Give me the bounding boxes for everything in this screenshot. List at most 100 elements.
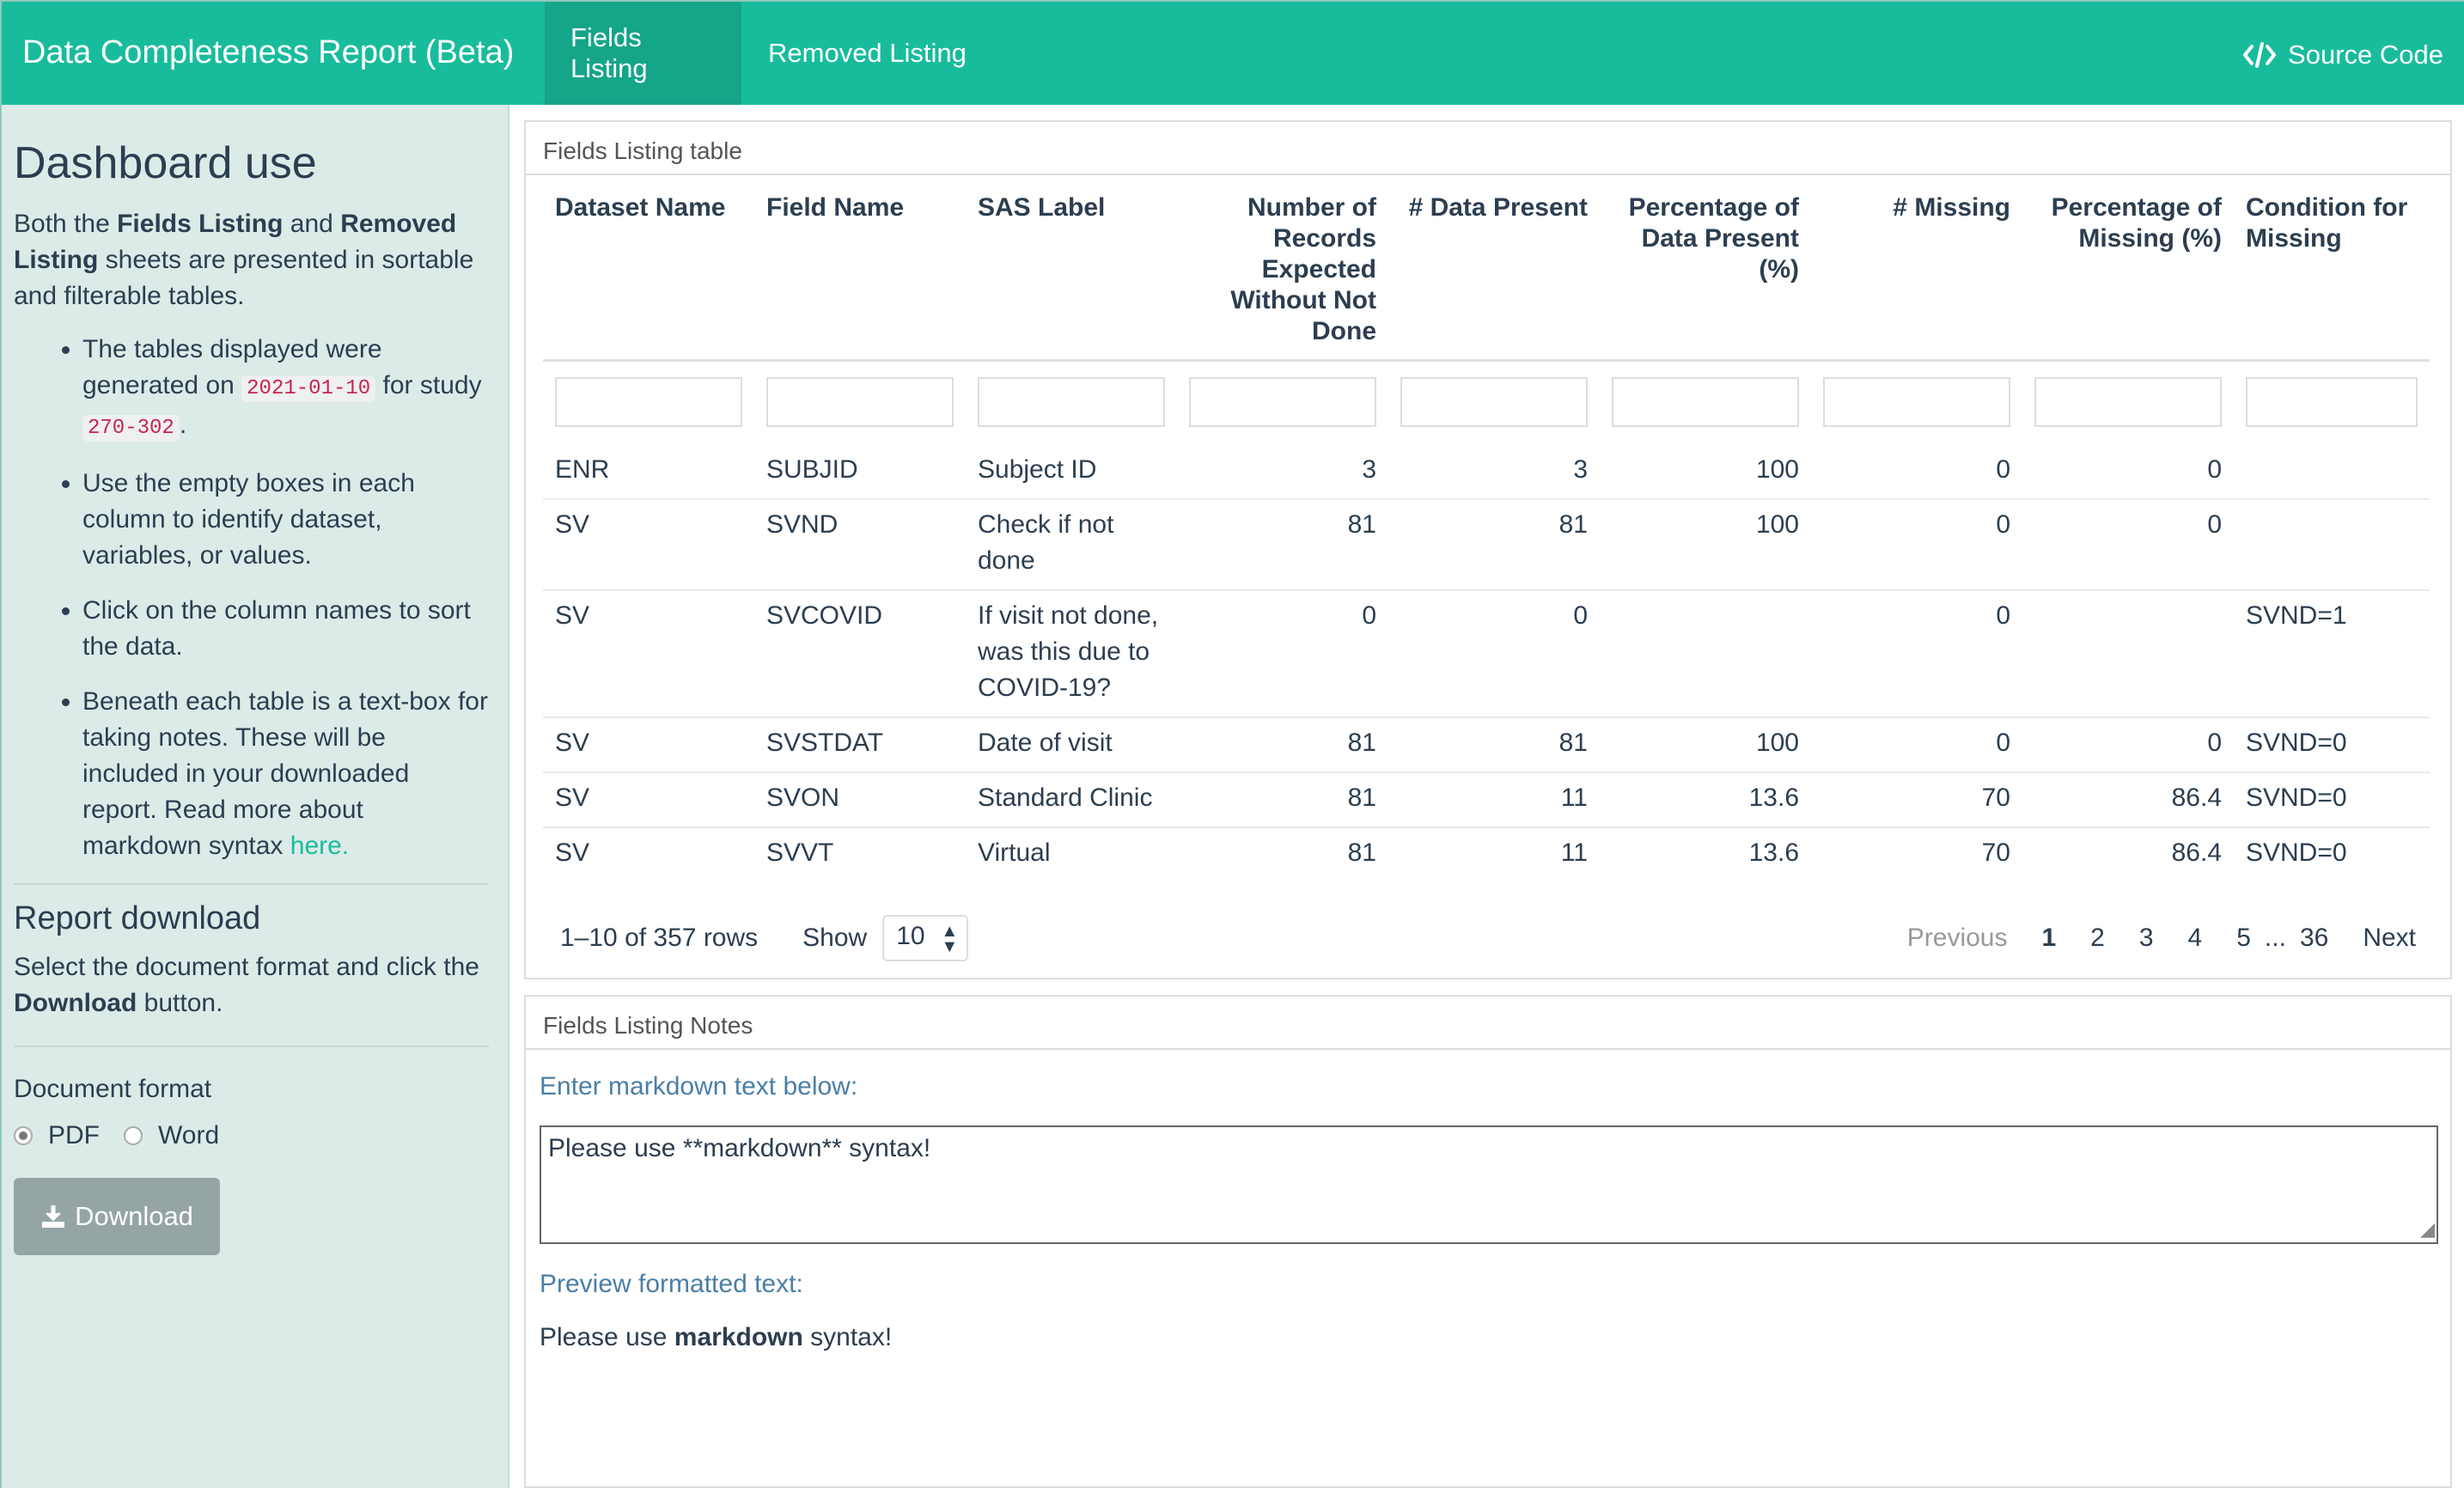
divider xyxy=(14,1046,489,1047)
bullet-text: . xyxy=(179,411,187,439)
filter-input-missing[interactable] xyxy=(1823,377,2010,427)
table-row: SV SVSTDAT Date of visit 81 81 100 0 0 SVND=0 xyxy=(543,717,2430,772)
cell-pct-missing xyxy=(2022,590,2234,717)
cell-records: 81 xyxy=(1347,729,1376,757)
fields-table-body: ENR SUBJID Subject ID 3 3 100 0 0 SV SVND Check if… xyxy=(543,445,2430,881)
navbar: Data Completeness Report (Beta) Fields L… xyxy=(0,0,2464,105)
radio-word[interactable] xyxy=(124,1126,143,1145)
markdown-preview: Please use markdown syntax! xyxy=(540,1323,892,1352)
cell-field: SVON xyxy=(766,784,840,812)
cell-pct-missing: 86.4 xyxy=(2171,784,2222,812)
study-id: 270-302 xyxy=(82,415,180,442)
cell-dataset: ENR xyxy=(555,455,610,484)
col-data-present[interactable]: # Data Present xyxy=(1388,192,1600,361)
page-1-button[interactable]: 1 xyxy=(2041,924,2056,953)
col-field-name[interactable]: Field Name xyxy=(754,192,966,361)
download-label: Download xyxy=(75,1201,193,1231)
markdown-textarea-value: Please use **markdown** syntax! xyxy=(548,1134,931,1162)
cell-pct-present: 100 xyxy=(1755,455,1799,484)
source-code-label: Source Code xyxy=(2288,40,2443,70)
page-size-select[interactable]: 10 ▲ ▼ xyxy=(882,915,969,961)
code-icon xyxy=(2243,42,2277,68)
cell-condition xyxy=(2234,445,2430,499)
filter-input-pct-present[interactable] xyxy=(1612,377,1799,427)
tab-removed-listing[interactable]: Removed Listing xyxy=(742,2,992,105)
table-row: SV SVND Check if not done 81 81 100 0 0 xyxy=(543,499,2430,590)
filter-input-field[interactable] xyxy=(766,377,954,427)
cell-dataset: SV xyxy=(555,510,590,539)
markdown-help-link[interactable]: here. xyxy=(290,832,349,860)
radio-pdf-label[interactable]: PDF xyxy=(48,1121,100,1150)
select-arrows-icon: ▲ ▼ xyxy=(941,922,959,956)
cell-sas-label: Subject ID xyxy=(978,455,1097,484)
cell-field: SUBJID xyxy=(766,455,858,484)
cell-condition: SVND=0 xyxy=(2246,729,2347,757)
page-3-button[interactable]: 3 xyxy=(2139,924,2154,953)
col-missing[interactable]: # Missing xyxy=(1811,192,2022,361)
cell-condition xyxy=(2234,499,2430,590)
cell-pct-missing: 0 xyxy=(2207,455,2222,484)
list-item: Click on the column names to sort the da… xyxy=(82,593,489,665)
cell-pct-present: 13.6 xyxy=(1748,784,1799,812)
cell-field: SVND xyxy=(766,510,839,539)
cell-records: 81 xyxy=(1347,784,1376,812)
download-button[interactable]: Download xyxy=(14,1178,220,1255)
filter-input-sas-label[interactable] xyxy=(978,377,1165,427)
cell-dataset: SV xyxy=(555,839,590,867)
divider xyxy=(14,883,489,885)
usage-list: The tables displayed were generated on 2… xyxy=(82,332,489,864)
bullet-text: Beneath each table is a text-box for tak… xyxy=(82,687,488,860)
cell-missing: 0 xyxy=(1996,510,2010,539)
col-records-expected[interactable]: Number of Records Expected Without Not D… xyxy=(1177,192,1388,361)
table-row: SV SVCOVID If visit not done, was this due… xyxy=(543,590,2430,717)
cell-present: 3 xyxy=(1573,455,1588,484)
cell-missing: 0 xyxy=(1996,601,2010,630)
table-body-scroll[interactable]: ENR SUBJID Subject ID 3 3 100 0 0 SV SVND Check if… xyxy=(543,445,2430,883)
next-button[interactable]: Next xyxy=(2363,924,2416,953)
cell-dataset: SV xyxy=(555,784,590,812)
col-pct-data-present[interactable]: Percentage of Data Present (%) xyxy=(1600,192,1811,361)
cell-present: 11 xyxy=(1560,839,1588,867)
cell-pct-present: 13.6 xyxy=(1748,839,1799,867)
cell-records: 81 xyxy=(1347,510,1376,539)
filter-input-records[interactable] xyxy=(1189,377,1376,427)
col-sas-label[interactable]: SAS Label xyxy=(966,192,1177,361)
filter-input-present[interactable] xyxy=(1400,377,1588,427)
col-condition-missing[interactable]: Condition for Missing xyxy=(2234,192,2430,361)
col-pct-missing[interactable]: Percentage of Missing (%) xyxy=(2022,192,2234,361)
sidebar-title: Dashboard use xyxy=(14,138,317,188)
cell-pct-missing: 0 xyxy=(2207,510,2222,539)
tab-fields-listing[interactable]: Fields Listing xyxy=(545,2,741,105)
generated-date: 2021-01-10 xyxy=(241,375,376,402)
rows-info: 1–10 of 357 rows xyxy=(560,924,759,952)
cell-field: SVSTDAT xyxy=(766,729,884,757)
sidebar: Dashboard use Both the Fields Listing an… xyxy=(0,105,509,1488)
previous-button[interactable]: Previous xyxy=(1907,924,2008,953)
cell-records: 81 xyxy=(1347,839,1376,867)
preview-text: syntax! xyxy=(802,1323,893,1351)
source-code-link[interactable]: Source Code xyxy=(2243,40,2443,70)
page-4-button[interactable]: 4 xyxy=(2188,924,2203,953)
page-last-button[interactable]: 36 xyxy=(2300,924,2328,953)
filter-input-condition[interactable] xyxy=(2246,377,2418,427)
page-2-button[interactable]: 2 xyxy=(2090,924,2105,953)
fields-table-header: Dataset Name Field Name SAS Label Number… xyxy=(543,192,2430,439)
download-icon xyxy=(42,1205,65,1228)
page-ellipsis: ... xyxy=(2264,924,2286,952)
radio-word-label[interactable]: Word xyxy=(158,1121,219,1150)
filter-input-dataset[interactable] xyxy=(555,377,742,427)
filter-input-pct-missing[interactable] xyxy=(2034,377,2222,427)
cell-sas-label: Check if not done xyxy=(978,510,1114,575)
list-item: Use the empty boxes in each column to id… xyxy=(82,466,489,574)
cell-field: SVVT xyxy=(766,839,834,867)
col-dataset-name[interactable]: Dataset Name xyxy=(543,192,754,361)
radio-pdf[interactable] xyxy=(14,1126,33,1145)
pagination: Previous 1 2 3 4 5 ... 36 Next xyxy=(1907,924,2416,953)
resize-handle-icon[interactable]: ◢ xyxy=(2420,1218,2435,1241)
markdown-textarea[interactable]: Please use **markdown** syntax! ◢ xyxy=(540,1125,2438,1244)
page-size-value: 10 xyxy=(896,922,925,950)
page-5-button[interactable]: 5 xyxy=(2236,924,2251,953)
cell-sas-label: Standard Clinic xyxy=(978,784,1153,812)
intro-bold-fields: Fields Listing xyxy=(117,210,284,238)
cell-sas-label: Virtual xyxy=(978,839,1051,867)
